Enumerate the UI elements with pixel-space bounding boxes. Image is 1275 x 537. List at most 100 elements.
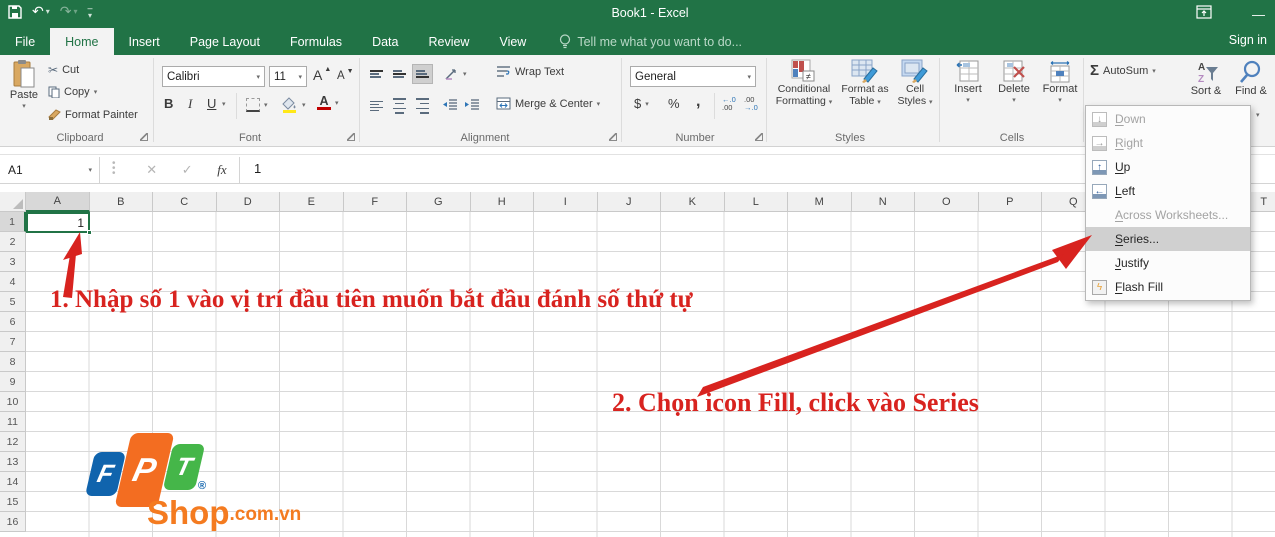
column-header-J[interactable]: J [597,192,661,212]
formula-input[interactable]: 1 [254,161,261,176]
row-header-4[interactable]: 4 [0,272,26,292]
cut-button[interactable]: ✂ Cut [48,63,79,77]
column-header-H[interactable]: H [470,192,534,212]
undo-button[interactable]: ↶ ▾ [32,3,50,20]
cell-styles-button[interactable]: Cell Styles ▾ [893,59,937,109]
align-center-button[interactable] [389,96,410,116]
chevron-down-icon[interactable]: ▾ [73,7,77,16]
row-header-15[interactable]: 15 [0,492,26,512]
column-header-P[interactable]: P [978,192,1042,212]
cell-A1[interactable]: 1 [26,212,90,233]
row-header-7[interactable]: 7 [0,332,26,352]
column-header-N[interactable]: N [851,192,915,212]
customize-qat-button[interactable]: – ▾ [88,3,93,19]
delete-cells-button[interactable]: Delete ▾ [992,59,1036,107]
accounting-format-button[interactable]: $ ▾ [634,96,649,111]
number-format-select[interactable]: General ▾ [630,66,756,87]
wrap-text-button[interactable]: Wrap Text [496,65,564,78]
column-header-E[interactable]: E [280,192,344,212]
underline-button[interactable]: U [207,96,216,111]
menu-item-justify[interactable]: Justify [1086,251,1250,275]
row-header-9[interactable]: 9 [0,372,26,392]
redo-button[interactable]: ↷ ▾ [60,3,78,20]
column-header-L[interactable]: L [724,192,788,212]
number-dialog-launcher-icon[interactable] [755,133,763,141]
format-cells-button[interactable]: Format ▾ [1038,59,1082,107]
menu-item-left[interactable]: ← Left [1086,179,1250,203]
row-header-5[interactable]: 5 [0,292,26,312]
tab-view[interactable]: View [484,28,541,55]
font-name-select[interactable]: Calibri ▾ [162,66,265,87]
row-header-16[interactable]: 16 [0,512,26,532]
tab-page-layout[interactable]: Page Layout [175,28,275,55]
clear-button-partial[interactable]: ▾ [1256,111,1260,119]
tab-file[interactable]: File [0,28,50,55]
align-right-button[interactable] [412,96,433,116]
tab-review[interactable]: Review [413,28,484,55]
row-header-14[interactable]: 14 [0,472,26,492]
format-as-table-button[interactable]: Format as Table ▾ [840,59,890,109]
merge-center-button[interactable]: Merge & Center ▾ [496,97,600,110]
column-header-G[interactable]: G [407,192,471,212]
row-header-1[interactable]: 1 [0,212,26,232]
column-header-K[interactable]: K [661,192,725,212]
find-select-button[interactable]: Find & [1230,59,1272,97]
comma-style-button[interactable]: , [696,93,700,111]
increase-indent-button[interactable] [464,98,480,111]
column-header-M[interactable]: M [788,192,852,212]
insert-cells-button[interactable]: Insert ▾ [946,59,990,107]
minimize-button[interactable]: — [1252,7,1265,22]
increase-decimal-button[interactable]: ←.0.00 [722,96,736,112]
tab-data[interactable]: Data [357,28,413,55]
tab-formulas[interactable]: Formulas [275,28,357,55]
format-painter-button[interactable]: Format Painter [48,109,138,121]
menu-item-up[interactable]: ↑ Up [1086,155,1250,179]
row-header-11[interactable]: 11 [0,412,26,432]
decrease-decimal-button[interactable]: .00 →.0 [744,96,758,112]
column-header-O[interactable]: O [915,192,979,212]
conditional-formatting-button[interactable]: ≠ Conditional Formatting ▾ [771,59,837,109]
bottom-align-button[interactable] [412,64,433,84]
align-left-button[interactable] [366,96,387,116]
select-all-button[interactable] [0,192,26,212]
sort-filter-button[interactable]: AZ Sort & [1185,59,1227,97]
column-header-C[interactable]: C [153,192,217,212]
row-header-12[interactable]: 12 [0,432,26,452]
tab-insert[interactable]: Insert [114,28,175,55]
fill-handle[interactable] [87,230,92,235]
paste-button[interactable]: Paste ▾ [4,59,44,113]
chevron-down-icon[interactable]: ▾ [46,7,50,16]
formula-bar-splitter[interactable]: • • • [112,159,116,179]
row-header-10[interactable]: 10 [0,392,26,412]
font-dialog-launcher-icon[interactable] [347,133,355,141]
orientation-button[interactable]: ▾ [444,67,467,81]
autosum-button[interactable]: Σ AutoSum ▾ [1090,62,1156,79]
fill-color-button[interactable]: ▾ [281,96,306,113]
row-header-8[interactable]: 8 [0,352,26,372]
font-size-select[interactable]: 11 ▾ [269,66,307,87]
increase-font-button[interactable]: A ▲ [313,66,331,83]
sign-in-button[interactable]: Sign in [1229,33,1267,47]
row-header-13[interactable]: 13 [0,452,26,472]
column-header-A[interactable]: A [26,192,90,212]
save-button[interactable] [8,4,22,19]
tab-home[interactable]: Home [50,28,114,55]
ribbon-display-options-button[interactable] [1196,5,1212,24]
name-box[interactable]: A1 ▾ [0,157,100,183]
menu-item-flash-fill[interactable]: ϟ Flash Fill [1086,275,1250,299]
alignment-dialog-launcher-icon[interactable] [609,133,617,141]
copy-button[interactable]: Copy ▾ [48,86,97,98]
row-header-6[interactable]: 6 [0,312,26,332]
row-header-3[interactable]: 3 [0,252,26,272]
bold-button[interactable]: B [164,96,173,111]
insert-function-button[interactable]: fx [217,162,226,178]
top-align-button[interactable] [366,64,387,84]
row-header-2[interactable]: 2 [0,232,26,252]
tell-me-box[interactable]: Tell me what you want to do... [559,28,742,55]
borders-button[interactable]: ▾ [246,98,268,112]
decrease-font-button[interactable]: A ▼ [337,68,354,83]
cancel-icon[interactable]: ✕ [146,162,157,178]
column-header-F[interactable]: F [343,192,407,212]
decrease-indent-button[interactable] [442,98,458,111]
percent-style-button[interactable]: % [668,96,680,111]
